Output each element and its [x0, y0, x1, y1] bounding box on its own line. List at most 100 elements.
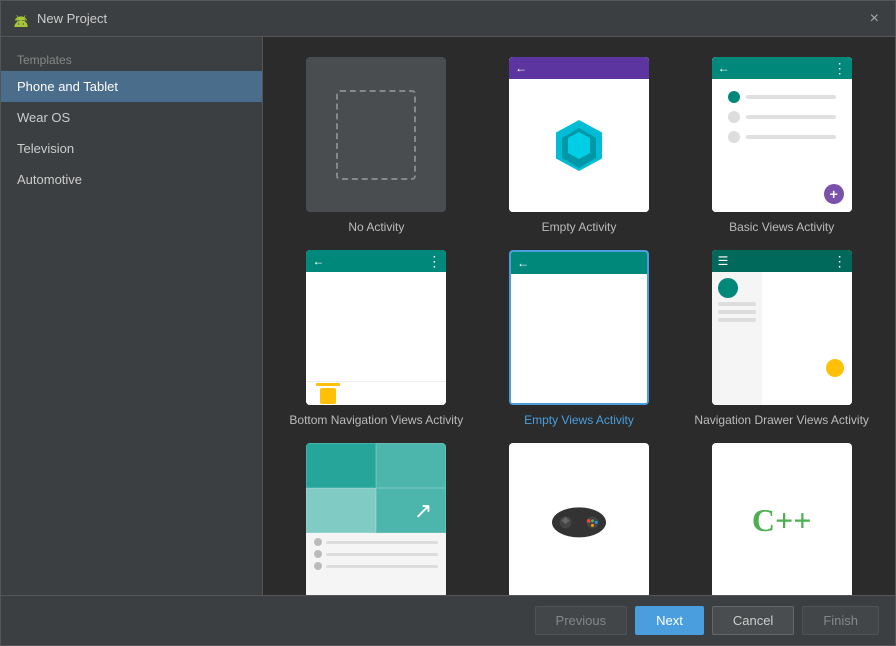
list-line-3 [746, 135, 836, 139]
template-empty-activity-label: Empty Activity [542, 220, 617, 234]
drawer-line-3 [718, 318, 756, 322]
sidebar: Templates Phone and Tablet Wear OS Telev… [1, 37, 263, 595]
no-activity-preview [306, 57, 446, 212]
template-empty-activity[interactable]: ← Empty Activ [486, 57, 673, 234]
dialog-title-area: New Project [13, 11, 107, 27]
templates-grid: No Activity ← [263, 37, 895, 595]
nav-drawer-fab [826, 359, 844, 377]
back-arrow-icon: ← [515, 61, 527, 75]
cpp-preview: C++ [712, 443, 852, 595]
sidebar-item-wear-os-label: Wear OS [17, 110, 70, 125]
cancel-button[interactable]: Cancel [712, 606, 794, 635]
sidebar-section-templates: Templates [1, 45, 262, 71]
game-controller-icon [549, 498, 609, 543]
chart-cell-4 [376, 488, 446, 533]
empty-views-preview: ← [511, 252, 647, 403]
bottom-nav-content [306, 272, 446, 381]
list-line-2 [746, 115, 836, 119]
template-basic-views-label: Basic Views Activity [729, 220, 834, 234]
template-empty-views[interactable]: ← Empty Views Activity [486, 250, 673, 427]
drawer-side [712, 272, 762, 405]
basic-views-more-icon: ⋮ [833, 60, 846, 77]
chart-list-dot-1 [314, 538, 322, 546]
template-no-activity-thumb [306, 57, 446, 212]
chart-list-dot-3 [314, 562, 322, 570]
basic-views-toolbar: ← ⋮ [712, 57, 852, 79]
game-preview [509, 443, 649, 595]
new-project-dialog: New Project × Templates Phone and Tablet… [0, 0, 896, 646]
bottom-nav-indicator [316, 383, 340, 386]
chart-list-row-1 [314, 538, 438, 546]
bottom-nav-icon [320, 388, 336, 404]
previous-button[interactable]: Previous [535, 606, 628, 635]
empty-activity-toolbar: ← [509, 57, 649, 79]
chart-cell-2 [376, 443, 446, 488]
sidebar-item-television[interactable]: Television [1, 133, 262, 164]
template-game-activity[interactable]: Game Activity [486, 443, 673, 595]
list-row-2 [720, 107, 844, 127]
finish-button[interactable]: Finish [802, 606, 879, 635]
list-row-3 [720, 127, 844, 147]
dialog-footer: Previous Next Cancel Finish [1, 595, 895, 645]
drawer-line-1 [718, 302, 756, 306]
list-dot-3 [728, 131, 740, 143]
empty-views-toolbar: ← [511, 252, 647, 274]
chart-list-line-2 [326, 553, 438, 556]
bottom-nav-preview: ← ⋮ [306, 250, 446, 405]
nav-drawer-more-icon: ⋮ [833, 253, 846, 270]
next-button[interactable]: Next [635, 606, 704, 635]
empty-activity-content [509, 79, 649, 212]
close-button[interactable]: × [866, 9, 883, 29]
sidebar-item-wear-os[interactable]: Wear OS [1, 102, 262, 133]
bottom-nav-item [316, 383, 340, 404]
template-no-activity[interactable]: No Activity [283, 57, 470, 234]
template-nav-drawer[interactable]: ☰ ⋮ [688, 250, 875, 427]
sidebar-item-automotive[interactable]: Automotive [1, 164, 262, 195]
dialog-title-text: New Project [37, 11, 107, 26]
template-no-activity-label: No Activity [348, 220, 404, 234]
bottom-nav-back-icon: ← [312, 254, 324, 268]
template-basic-views[interactable]: ← ⋮ [688, 57, 875, 234]
sidebar-item-phone-tablet-label: Phone and Tablet [17, 79, 118, 94]
template-empty-activity-thumb: ← [509, 57, 649, 212]
empty-views-content [511, 274, 647, 403]
drawer-main [762, 272, 852, 405]
android-icon [13, 11, 29, 27]
bottom-nav-more-icon: ⋮ [427, 253, 440, 270]
nav-drawer-toolbar: ☰ ⋮ [712, 250, 852, 272]
sidebar-item-phone-tablet[interactable]: Phone and Tablet [1, 71, 262, 102]
template-cpp-thumb: C++ [712, 443, 852, 595]
chart-list [306, 533, 446, 595]
drawer-circle [718, 278, 738, 298]
chart-list-row-2 [314, 550, 438, 558]
chart-cell-1 [306, 443, 376, 488]
bottom-nav-bar [306, 381, 446, 405]
chart-list-dot-2 [314, 550, 322, 558]
list-row-1 [720, 87, 844, 107]
cpp-label-text: C++ [752, 502, 812, 539]
chart-list-row-3 [314, 562, 438, 570]
chart-list-line-1 [326, 541, 438, 544]
template-bottom-nav[interactable]: ← ⋮ Bottom Navigat [283, 250, 470, 427]
basic-views-fab: + [824, 184, 844, 204]
chart-cell-3 [306, 488, 376, 533]
nav-drawer-back-icon: ☰ [718, 254, 729, 268]
dialog-body: Templates Phone and Tablet Wear OS Telev… [1, 37, 895, 595]
template-nav-drawer-label: Navigation Drawer Views Activity [694, 413, 869, 427]
list-line-1 [746, 95, 836, 99]
nav-drawer-body [712, 272, 852, 405]
content-area: No Activity ← [263, 37, 895, 595]
template-native-cpp[interactable]: C++ Native C++ [688, 443, 875, 595]
template-responsive-views[interactable]: ↗ [283, 443, 470, 595]
template-empty-views-label: Empty Views Activity [524, 413, 634, 427]
drawer-line-2 [718, 310, 756, 314]
list-dot-2 [728, 111, 740, 123]
template-responsive-thumb: ↗ [306, 443, 446, 595]
empty-views-back-icon: ← [517, 256, 529, 270]
template-nav-drawer-thumb: ☰ ⋮ [712, 250, 852, 405]
hex-logo [554, 118, 604, 173]
chart-arrow-icon: ↗ [414, 498, 432, 524]
nav-drawer-preview: ☰ ⋮ [712, 250, 852, 405]
template-game-thumb [509, 443, 649, 595]
list-dot-1 [728, 91, 740, 103]
